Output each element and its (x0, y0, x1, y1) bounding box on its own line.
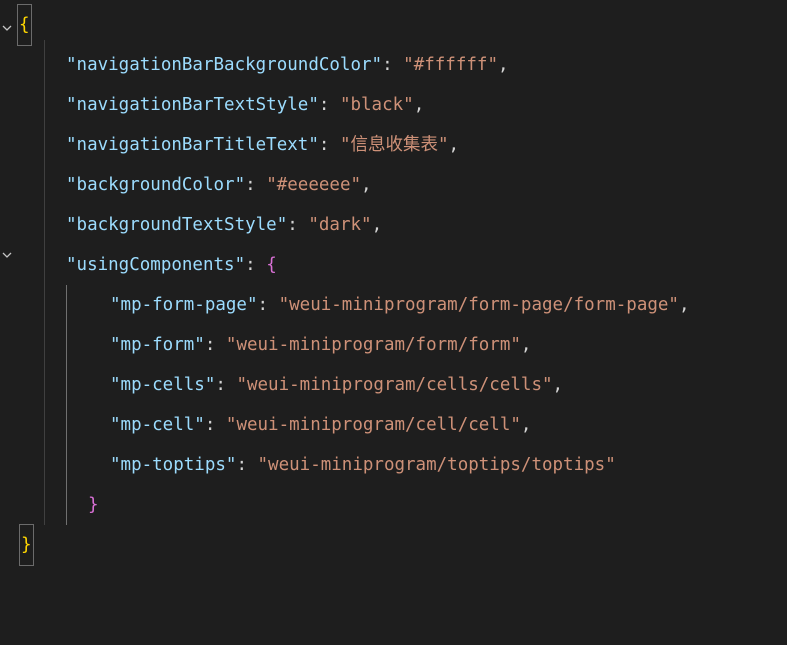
json-comma: , (413, 95, 425, 115)
code-editor[interactable]: { "navigationBarBackgroundColor": "#ffff… (0, 0, 787, 566)
json-value: "信息收集表" (339, 135, 449, 155)
json-separator: : (257, 295, 279, 315)
indent-guide-inner (66, 285, 67, 525)
json-key: "usingComponents" (66, 255, 246, 275)
code-line: "mp-cell": "weui-miniprogram/cell/cell", (0, 405, 531, 445)
json-value: "#ffffff" (403, 55, 498, 75)
json-separator: : (245, 255, 267, 275)
json-separator: : (287, 215, 309, 235)
json-key: "mp-form" (110, 335, 205, 355)
code-line-content: "mp-cell": "weui-miniprogram/cell/cell", (110, 405, 531, 445)
json-separator: : (318, 95, 340, 115)
json-separator: : (215, 375, 237, 395)
code-line: "backgroundTextStyle": "dark", (0, 205, 382, 245)
code-line: } (0, 524, 42, 566)
json-value: "weui-miniprogram/form/form" (225, 335, 521, 355)
json-comma: , (371, 215, 383, 235)
json-comma: , (361, 175, 372, 195)
open-brace: { (266, 255, 277, 275)
indent-guide-outer (44, 40, 45, 525)
code-line-content: "backgroundTextStyle": "dark", (66, 205, 382, 245)
json-comma: , (678, 295, 690, 315)
json-key: "navigationBarTextStyle" (66, 95, 319, 115)
code-line: "usingComponents": { (0, 245, 277, 285)
json-value: "weui-miniprogram/toptips/toptips" (257, 455, 616, 475)
json-value: "dark" (308, 215, 372, 235)
json-separator: : (382, 55, 404, 75)
json-key: "navigationBarTitleText" (66, 135, 319, 155)
json-separator: : (204, 335, 226, 355)
code-line-content: "mp-toptips": "weui-miniprogram/toptips/… (110, 445, 616, 485)
json-separator: : (204, 415, 226, 435)
code-line-content: "backgroundColor": "#eeeeee", (66, 165, 372, 205)
code-line: "navigationBarTitleText": "信息收集表", (0, 125, 459, 165)
json-separator: : (236, 455, 258, 475)
json-separator: : (245, 175, 267, 195)
json-value: "black" (339, 95, 414, 115)
json-comma: , (552, 375, 564, 395)
code-line: "navigationBarTextStyle": "black", (0, 85, 424, 125)
close-brace: } (19, 524, 34, 566)
code-line-content: "mp-form": "weui-miniprogram/form/form", (110, 325, 531, 365)
code-line: "mp-form-page": "weui-miniprogram/form-p… (0, 285, 690, 325)
json-key: "mp-cell" (110, 415, 205, 435)
json-value: "weui-miniprogram/cells/cells" (236, 375, 553, 395)
json-comma: , (520, 415, 532, 435)
code-line-content: "mp-cells": "weui-miniprogram/cells/cell… (110, 365, 563, 405)
code-line-content: "mp-form-page": "weui-miniprogram/form-p… (110, 285, 690, 325)
json-key: "backgroundTextStyle" (66, 215, 288, 235)
code-line: "backgroundColor": "#eeeeee", (0, 165, 372, 205)
code-line: "mp-cells": "weui-miniprogram/cells/cell… (0, 365, 563, 405)
code-line: { (0, 4, 42, 46)
json-separator: : (318, 135, 340, 155)
json-key: "navigationBarBackgroundColor" (66, 55, 383, 75)
code-line-content: "navigationBarBackgroundColor": "#ffffff… (66, 45, 509, 85)
json-value: "weui-miniprogram/form-page/form-page" (278, 295, 679, 315)
json-value: "#eeeeee" (266, 175, 362, 195)
code-line-content: "usingComponents": { (66, 245, 277, 285)
json-key: "mp-cells" (110, 375, 216, 395)
code-line: "mp-form": "weui-miniprogram/form/form", (0, 325, 531, 365)
close-brace: } (88, 495, 99, 515)
code-line: "navigationBarBackgroundColor": "#ffffff… (0, 45, 509, 85)
json-value: "weui-miniprogram/cell/cell" (225, 415, 521, 435)
code-line: } (0, 485, 99, 525)
json-comma: , (448, 135, 460, 155)
json-comma: , (520, 335, 532, 355)
json-comma: , (497, 55, 509, 75)
open-brace: { (17, 4, 32, 46)
json-key: "mp-toptips" (110, 455, 237, 475)
json-key: "mp-form-page" (110, 295, 258, 315)
json-key: "backgroundColor" (66, 175, 246, 195)
code-line-content: "navigationBarTextStyle": "black", (66, 85, 424, 125)
code-line-content: "navigationBarTitleText": "信息收集表", (66, 125, 459, 165)
code-line: "mp-toptips": "weui-miniprogram/toptips/… (0, 445, 616, 485)
